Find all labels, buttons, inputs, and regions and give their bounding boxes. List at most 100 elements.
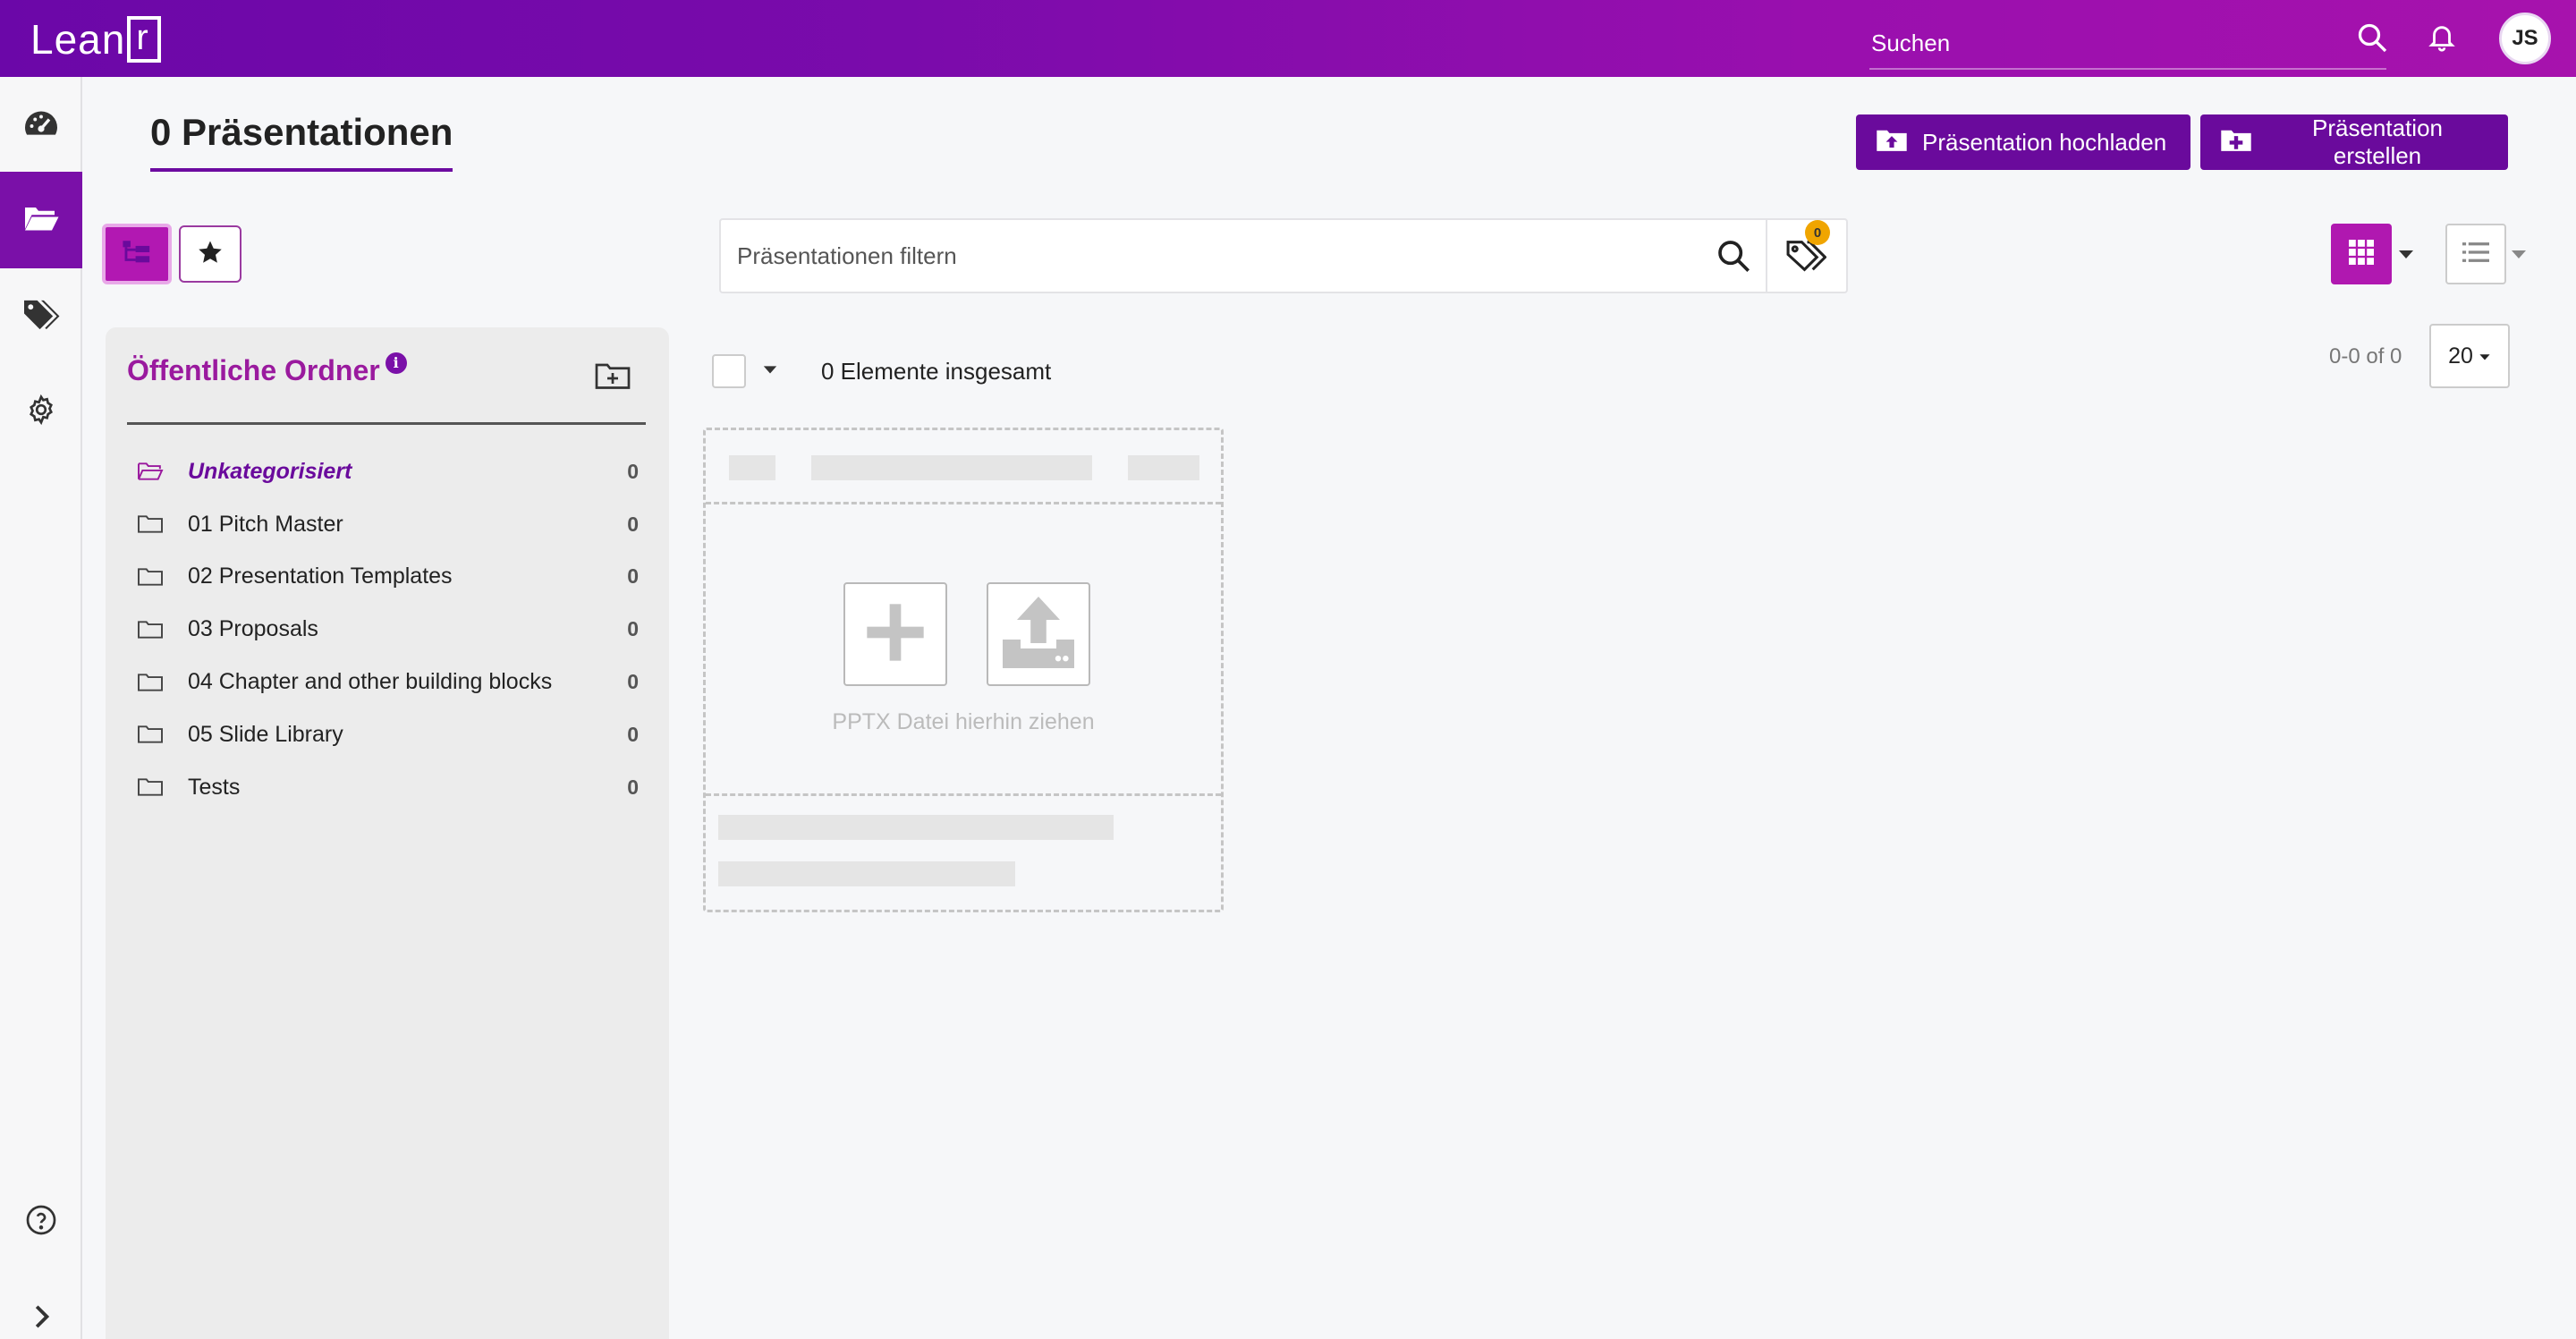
grid-view-caret-icon[interactable]: [2397, 245, 2415, 263]
drop-hint-text: PPTX Datei hierhin ziehen: [832, 709, 1095, 734]
folder-count: 0: [627, 512, 639, 536]
folder-label: 05 Slide Library: [188, 721, 343, 747]
folder-separator: [127, 422, 646, 425]
global-search-input[interactable]: [1869, 29, 2386, 57]
pagination-range: 0-0 of 0: [2329, 344, 2402, 369]
global-search: [1869, 18, 2386, 70]
create-presentation-label: Präsentation erstellen: [2312, 114, 2443, 169]
page-size-select[interactable]: 20: [2429, 324, 2510, 388]
logo-box: r: [127, 16, 162, 63]
select-all-checkbox[interactable]: [712, 354, 746, 388]
folder-open-icon: [22, 203, 60, 238]
folder-label: Unkategorisiert: [188, 458, 352, 484]
tags-icon: [21, 298, 61, 336]
folder-item[interactable]: 01 Pitch Master 0: [136, 498, 639, 551]
folder-tree-icon: [122, 239, 152, 270]
logo-text: Lean: [30, 16, 126, 63]
folder-plus-icon: [2220, 126, 2252, 159]
folder-label: 01 Pitch Master: [188, 511, 343, 537]
bell-icon[interactable]: [2424, 20, 2460, 55]
upload-tray-icon: [996, 589, 1081, 680]
star-icon: [197, 239, 224, 270]
info-icon[interactable]: i: [385, 352, 407, 374]
total-items-text: 0 Elemente insgesamt: [821, 358, 1052, 385]
presentation-filter: 0: [719, 218, 1848, 293]
folder-outline-icon: [136, 775, 165, 799]
grid-view-button[interactable]: [2331, 224, 2392, 284]
search-icon[interactable]: [2354, 20, 2390, 55]
folder-open-outline-icon: [136, 460, 165, 483]
select-options-caret-icon[interactable]: [762, 361, 778, 377]
folder-outline-icon: [136, 513, 165, 536]
nav-dashboard[interactable]: [0, 77, 82, 174]
nav-help[interactable]: [0, 1174, 82, 1270]
speedometer-icon: [22, 107, 60, 144]
folder-count: 0: [627, 564, 639, 589]
nav-tags[interactable]: [0, 268, 82, 365]
tag-count-badge: 0: [1805, 220, 1830, 245]
app-logo[interactable]: Lean r: [30, 14, 162, 64]
add-folder-button[interactable]: [594, 360, 631, 392]
page-size-value: 20: [2448, 343, 2473, 369]
folder-item[interactable]: 05 Slide Library 0: [136, 708, 639, 761]
filter-search-icon[interactable]: [1716, 238, 1755, 277]
folder-panel-title-text: Öffentliche Ordner: [127, 354, 380, 386]
folder-list: Unkategorisiert 0 01 Pitch Master 0 02 Prese…: [136, 445, 639, 814]
folder-count: 0: [627, 670, 639, 694]
chevron-down-icon: [2479, 343, 2491, 369]
list-view-button[interactable]: [2445, 224, 2506, 284]
folder-count: 0: [627, 775, 639, 799]
folder-label: 03 Proposals: [188, 616, 318, 642]
nav-presentations[interactable]: [0, 172, 82, 268]
nav-expand[interactable]: [0, 1270, 82, 1339]
presentation-filter-input[interactable]: [737, 220, 1721, 292]
folder-tree-toggle[interactable]: [102, 224, 172, 284]
folder-label: 04 Chapter and other building blocks: [188, 669, 553, 695]
folder-plus-outline-icon: [594, 363, 631, 395]
folder-count: 0: [627, 722, 639, 746]
favorites-toggle[interactable]: [179, 225, 242, 283]
folder-item[interactable]: Unkategorisiert 0: [136, 445, 639, 498]
folder-label: Tests: [188, 774, 241, 800]
question-circle-icon: [25, 1204, 57, 1241]
folder-upload-icon: [1876, 126, 1908, 159]
list-view-caret-icon[interactable]: [2510, 245, 2528, 263]
list-icon: [2462, 241, 2489, 268]
page-title: 0 Präsentationen: [150, 111, 453, 172]
upload-presentation-button[interactable]: Präsentation hochladen: [1856, 114, 2190, 170]
chevron-right-icon: [29, 1302, 54, 1335]
folder-item[interactable]: 03 Proposals 0: [136, 603, 639, 656]
folder-item[interactable]: 02 Presentation Templates 0: [136, 551, 639, 604]
left-navigation: [0, 77, 82, 1339]
upload-presentation-label: Präsentation hochladen: [1922, 128, 2167, 156]
filter-divider: [1766, 220, 1767, 292]
folder-outline-icon: [136, 723, 165, 746]
card-divider: [706, 793, 1221, 796]
tag-filter-icon[interactable]: [1785, 238, 1830, 277]
presentation-drop-zone[interactable]: PPTX Datei hierhin ziehen: [703, 428, 1224, 912]
plus-icon: [861, 598, 929, 671]
upload-presentation-tile[interactable]: [987, 582, 1090, 686]
placeholder-bar: [811, 455, 1092, 480]
grid-icon: [2349, 239, 2374, 269]
placeholder-bar: [718, 861, 1015, 886]
folder-panel-title: Öffentliche Ordner i: [127, 352, 407, 387]
folder-panel: Öffentliche Ordner i Unkategorisiert 0 01 P…: [106, 327, 669, 1339]
folder-count: 0: [627, 459, 639, 483]
create-presentation-button[interactable]: Präsentation erstellen: [2200, 114, 2508, 170]
user-avatar[interactable]: JS: [2499, 13, 2551, 64]
folder-outline-icon: [136, 565, 165, 589]
folder-outline-icon: [136, 671, 165, 694]
folder-label: 02 Presentation Templates: [188, 564, 453, 589]
top-bar: Lean r JS: [0, 0, 2576, 77]
folder-item[interactable]: Tests 0: [136, 761, 639, 814]
gear-icon: [25, 394, 57, 430]
card-divider: [706, 502, 1221, 504]
nav-settings[interactable]: [0, 363, 82, 460]
folder-outline-icon: [136, 618, 165, 641]
folder-count: 0: [627, 617, 639, 641]
placeholder-bar: [1128, 455, 1199, 480]
folder-item[interactable]: 04 Chapter and other building blocks 0: [136, 656, 639, 708]
placeholder-bar: [729, 455, 775, 480]
new-presentation-tile[interactable]: [843, 582, 947, 686]
